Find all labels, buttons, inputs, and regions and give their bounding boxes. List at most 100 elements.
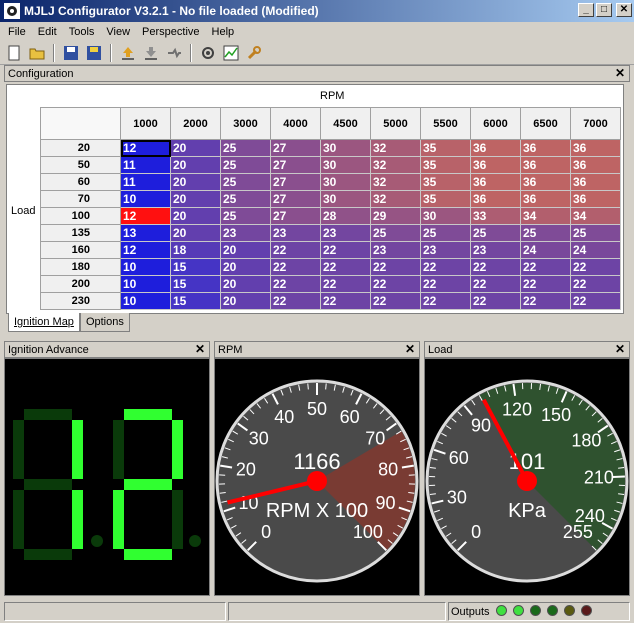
map-cell[interactable]: 22 [470, 292, 521, 310]
map-cell[interactable]: 20 [220, 292, 271, 310]
map-cell[interactable]: 27 [270, 139, 321, 157]
map-cell[interactable]: 25 [220, 190, 271, 208]
map-cell[interactable]: 22 [520, 292, 571, 310]
map-cell[interactable]: 22 [270, 241, 321, 259]
map-cell[interactable]: 22 [370, 275, 421, 293]
map-cell[interactable]: 22 [570, 275, 621, 293]
maximize-button[interactable]: □ [596, 3, 612, 17]
map-cell[interactable]: 36 [470, 190, 521, 208]
map-cell[interactable]: 35 [420, 190, 471, 208]
menu-tools[interactable]: Tools [63, 26, 101, 38]
map-cell[interactable]: 25 [570, 224, 621, 242]
map-cell[interactable]: 10 [120, 258, 171, 276]
tab-ignition-map[interactable]: Ignition Map [8, 313, 80, 332]
map-cell[interactable]: 20 [170, 173, 221, 191]
map-cell[interactable]: 25 [370, 224, 421, 242]
map-cell[interactable]: 22 [520, 258, 571, 276]
map-cell[interactable]: 22 [270, 292, 321, 310]
map-cell[interactable]: 36 [520, 173, 571, 191]
map-cell[interactable]: 22 [420, 258, 471, 276]
map-cell[interactable]: 22 [320, 292, 371, 310]
map-cell[interactable]: 23 [420, 241, 471, 259]
map-cell[interactable]: 27 [270, 207, 321, 225]
map-cell[interactable]: 36 [570, 190, 621, 208]
map-cell[interactable]: 22 [520, 275, 571, 293]
map-cell[interactable]: 36 [470, 139, 521, 157]
map-cell[interactable]: 22 [370, 258, 421, 276]
map-cell[interactable]: 34 [520, 207, 571, 225]
map-cell[interactable]: 12 [120, 207, 171, 225]
download-button[interactable] [141, 43, 161, 63]
menu-view[interactable]: View [100, 26, 136, 38]
map-cell[interactable]: 15 [170, 258, 221, 276]
map-cell[interactable]: 12 [120, 241, 171, 259]
map-cell[interactable]: 25 [470, 224, 521, 242]
menu-edit[interactable]: Edit [32, 26, 63, 38]
map-cell[interactable]: 20 [170, 224, 221, 242]
menu-help[interactable]: Help [206, 26, 241, 38]
map-cell[interactable]: 36 [570, 173, 621, 191]
map-cell[interactable]: 36 [570, 156, 621, 174]
rpm-gauge-close-icon[interactable]: ✕ [405, 342, 415, 356]
map-cell[interactable]: 25 [220, 207, 271, 225]
map-cell[interactable]: 35 [420, 139, 471, 157]
map-cell[interactable]: 22 [470, 275, 521, 293]
map-cell[interactable]: 30 [320, 173, 371, 191]
close-button[interactable]: ✕ [616, 3, 632, 17]
map-cell[interactable]: 30 [420, 207, 471, 225]
map-cell[interactable]: 35 [420, 156, 471, 174]
map-cell[interactable]: 11 [120, 173, 171, 191]
map-cell[interactable]: 25 [420, 224, 471, 242]
map-cell[interactable]: 22 [420, 292, 471, 310]
map-cell[interactable]: 32 [370, 156, 421, 174]
map-cell[interactable]: 34 [570, 207, 621, 225]
map-cell[interactable]: 22 [570, 258, 621, 276]
map-cell[interactable]: 20 [170, 156, 221, 174]
new-file-button[interactable] [4, 43, 24, 63]
map-cell[interactable]: 22 [270, 275, 321, 293]
map-cell[interactable]: 20 [220, 258, 271, 276]
map-cell[interactable]: 12 [120, 139, 171, 157]
ignition-advance-close-icon[interactable]: ✕ [195, 342, 205, 356]
map-cell[interactable]: 22 [270, 258, 321, 276]
map-cell[interactable]: 30 [320, 190, 371, 208]
map-cell[interactable]: 13 [120, 224, 171, 242]
menu-perspective[interactable]: Perspective [136, 26, 205, 38]
map-cell[interactable]: 36 [470, 173, 521, 191]
map-cell[interactable]: 36 [570, 139, 621, 157]
map-cell[interactable]: 20 [170, 139, 221, 157]
map-cell[interactable]: 23 [470, 241, 521, 259]
map-cell[interactable]: 23 [320, 224, 371, 242]
map-cell[interactable]: 23 [270, 224, 321, 242]
map-cell[interactable]: 30 [320, 139, 371, 157]
map-cell[interactable]: 18 [170, 241, 221, 259]
map-cell[interactable]: 29 [370, 207, 421, 225]
map-cell[interactable]: 22 [470, 258, 521, 276]
map-cell[interactable]: 27 [270, 173, 321, 191]
map-cell[interactable]: 11 [120, 156, 171, 174]
save-as-button[interactable] [84, 43, 104, 63]
map-cell[interactable]: 22 [370, 292, 421, 310]
map-cell[interactable]: 32 [370, 190, 421, 208]
map-cell[interactable]: 22 [320, 275, 371, 293]
map-cell[interactable]: 28 [320, 207, 371, 225]
map-cell[interactable]: 27 [270, 156, 321, 174]
tools-button[interactable] [244, 43, 264, 63]
map-cell[interactable]: 10 [120, 275, 171, 293]
save-button[interactable] [61, 43, 81, 63]
map-cell[interactable]: 25 [220, 139, 271, 157]
map-cell[interactable]: 23 [220, 224, 271, 242]
configuration-close-icon[interactable]: ✕ [615, 66, 625, 80]
map-cell[interactable]: 35 [420, 173, 471, 191]
map-cell[interactable]: 22 [320, 241, 371, 259]
map-cell[interactable]: 33 [470, 207, 521, 225]
map-cell[interactable]: 36 [520, 156, 571, 174]
map-cell[interactable]: 20 [220, 275, 271, 293]
map-cell[interactable]: 22 [320, 258, 371, 276]
map-cell[interactable]: 22 [420, 275, 471, 293]
map-cell[interactable]: 25 [520, 224, 571, 242]
map-cell[interactable]: 36 [520, 190, 571, 208]
map-cell[interactable]: 25 [220, 173, 271, 191]
load-gauge-close-icon[interactable]: ✕ [615, 342, 625, 356]
chart-button[interactable] [221, 43, 241, 63]
